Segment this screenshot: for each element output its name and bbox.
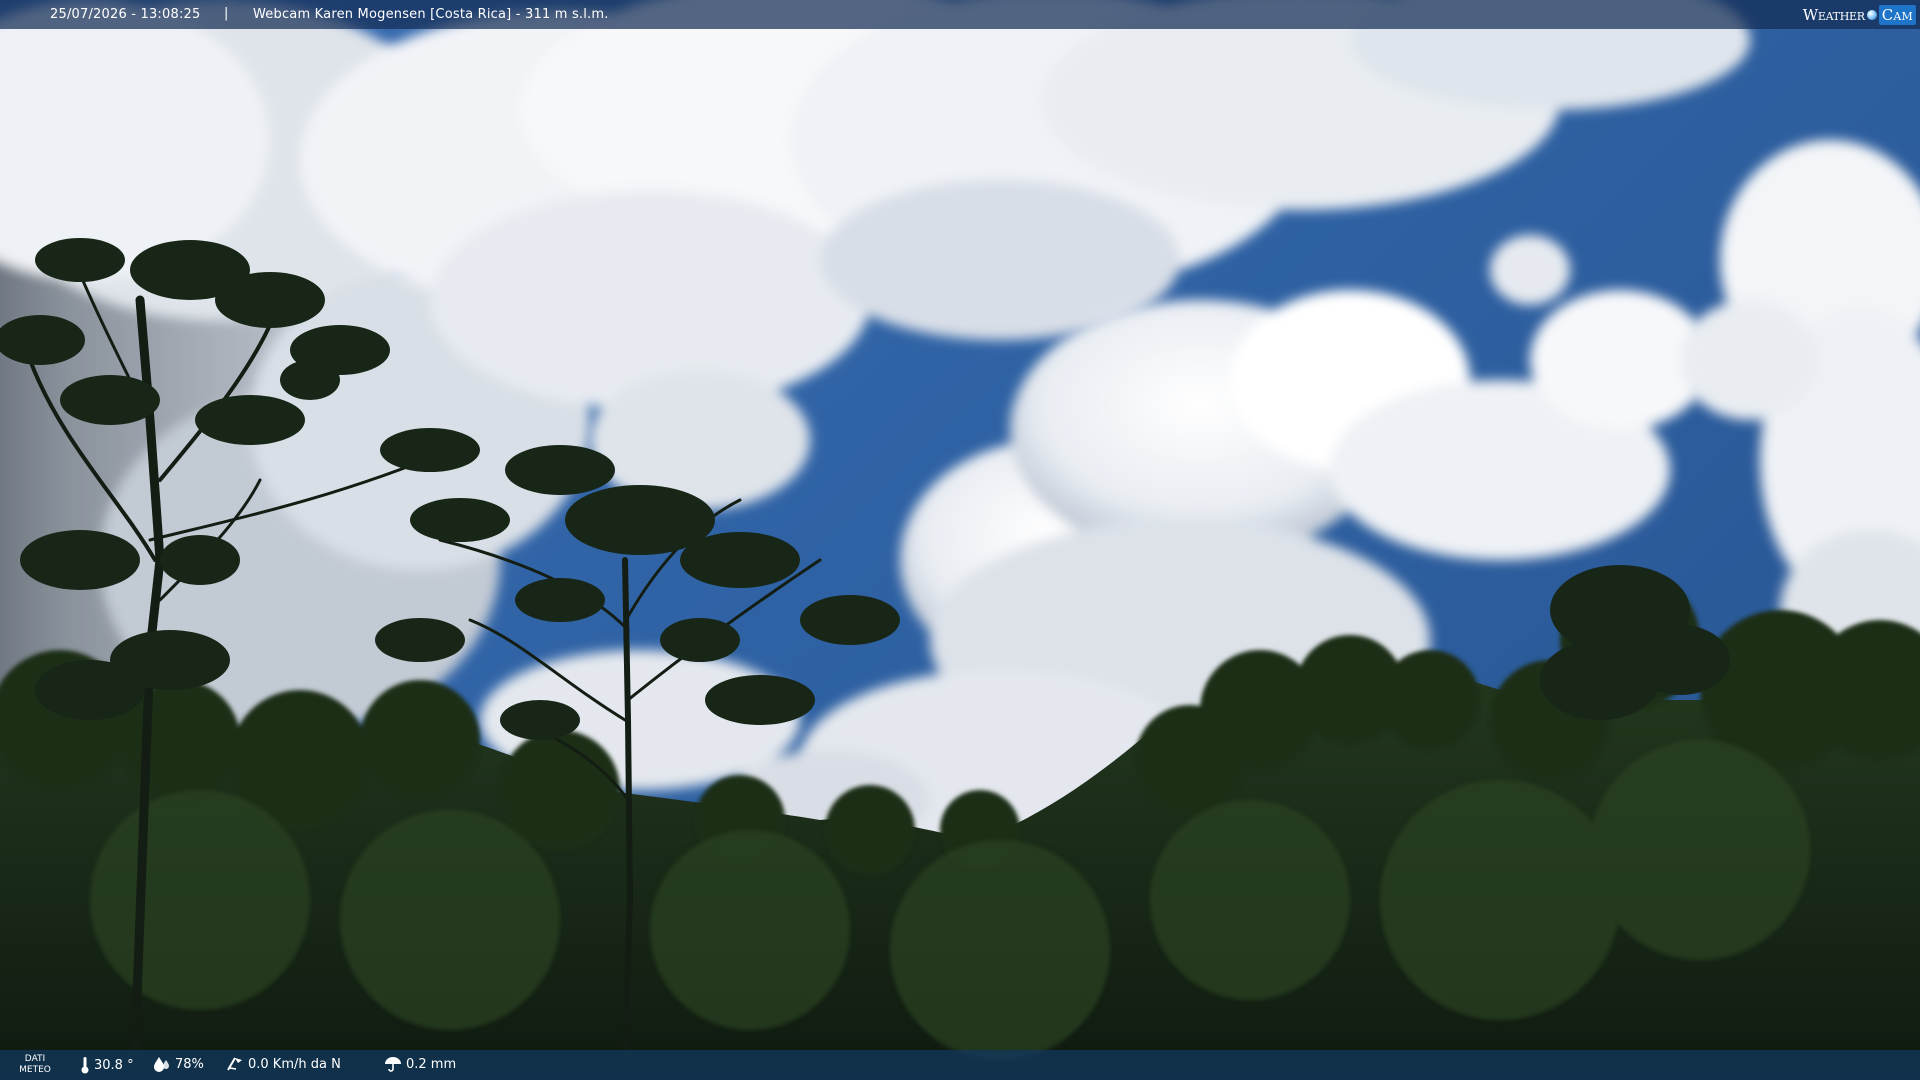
temperature-value: 30.8 °	[94, 1057, 134, 1073]
wind-reading: 0.0 Km/h da N	[226, 1056, 341, 1072]
dati-label-line2: METEO	[19, 1065, 51, 1075]
humidity-reading: 78%	[153, 1056, 204, 1072]
thermometer-icon	[80, 1056, 90, 1074]
temperature-reading: 30.8 °	[80, 1056, 134, 1074]
weather-data-bar: DATI METEO 30.8 ° 78% 0.0 Km/h da N 0.2 …	[0, 1050, 1920, 1080]
top-info-bar: 25/07/2026 - 13:08:25 | Webcam Karen Mog…	[0, 0, 1920, 29]
dati-meteo-label: DATI METEO	[17, 1054, 53, 1076]
logo-globe-icon	[1866, 10, 1877, 20]
logo-word-cam: Cam	[1878, 5, 1916, 25]
dati-label-line1: DATI	[24, 1054, 46, 1064]
webcam-image	[0, 0, 1920, 1080]
webcam-frame: 25/07/2026 - 13:08:25 | Webcam Karen Mog…	[0, 0, 1920, 1080]
wind-value: 0.0 Km/h da N	[248, 1056, 341, 1072]
logo-word-weather: Weather	[1802, 6, 1865, 24]
humidity-icon	[153, 1056, 171, 1072]
webcam-title: Webcam Karen Mogensen [Costa Rica] - 311…	[253, 7, 609, 22]
rain-icon	[384, 1056, 402, 1072]
rain-reading: 0.2 mm	[384, 1056, 456, 1072]
weathercam-logo: Weather Cam	[1803, 4, 1916, 26]
humidity-value: 78%	[175, 1056, 204, 1072]
rain-value: 0.2 mm	[406, 1056, 457, 1072]
separator: |	[224, 6, 229, 21]
wind-icon	[226, 1056, 244, 1072]
datetime-label: 25/07/2026 - 13:08:25	[50, 7, 201, 22]
